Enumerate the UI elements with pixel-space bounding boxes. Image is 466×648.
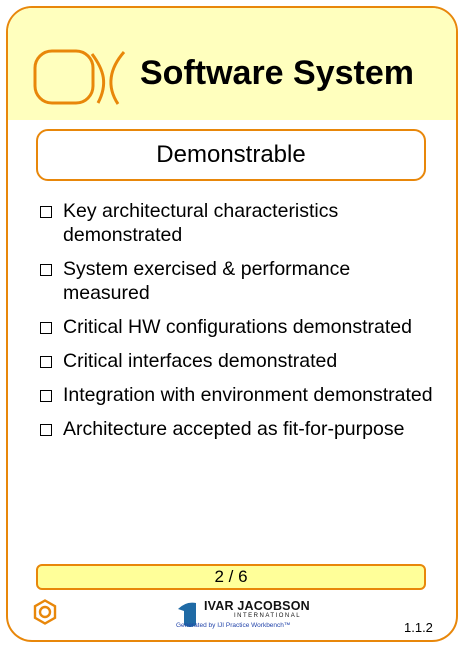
card-title: Software System [140,54,414,92]
checkbox[interactable] [40,356,52,368]
checklist-item: Critical interfaces demonstrated [38,349,438,373]
checkbox[interactable] [40,424,52,436]
checklist-item: Critical HW configurations demonstrated [38,315,438,339]
logo-name: IVAR JACOBSON [204,599,310,613]
ivar-jacobson-logo: IVAR JACOBSON INTERNATIONAL Generated by… [176,598,346,634]
checklist-item: System exercised & performance measured [38,257,438,305]
generator-credit: Generated by IJI Practice Workbench™ [176,622,291,629]
checkbox[interactable] [40,206,52,218]
logo-subtitle: INTERNATIONAL [234,613,302,619]
checklist: Key architectural characteristics demons… [38,199,438,451]
checklist-item-label: Key architectural characteristics demons… [63,200,339,246]
checklist-item-label: System exercised & performance measured [63,258,351,304]
checklist-item-label: Integration with environment demonstrate… [63,384,433,406]
checklist-item: Key architectural characteristics demons… [38,199,438,247]
checkbox[interactable] [40,390,52,402]
checklist-item: Architecture accepted as fit-for-purpose [38,417,438,441]
gear-icon [33,599,57,625]
state-card: Software System Demonstrable Key archite… [6,6,458,642]
checklist-item-label: Critical HW configurations demonstrated [63,316,412,338]
version-label: 1.1.2 [404,620,433,635]
progress-indicator: 2 / 6 [36,564,426,590]
checklist-item: Integration with environment demonstrate… [38,383,438,407]
checkbox[interactable] [40,264,52,276]
checklist-item-label: Architecture accepted as fit-for-purpose [63,418,405,440]
card-header: Software System [8,8,456,120]
state-name: Demonstrable [36,129,426,181]
alpha-icon [33,49,126,105]
checklist-item-label: Critical interfaces demonstrated [63,350,338,372]
checkbox[interactable] [40,322,52,334]
